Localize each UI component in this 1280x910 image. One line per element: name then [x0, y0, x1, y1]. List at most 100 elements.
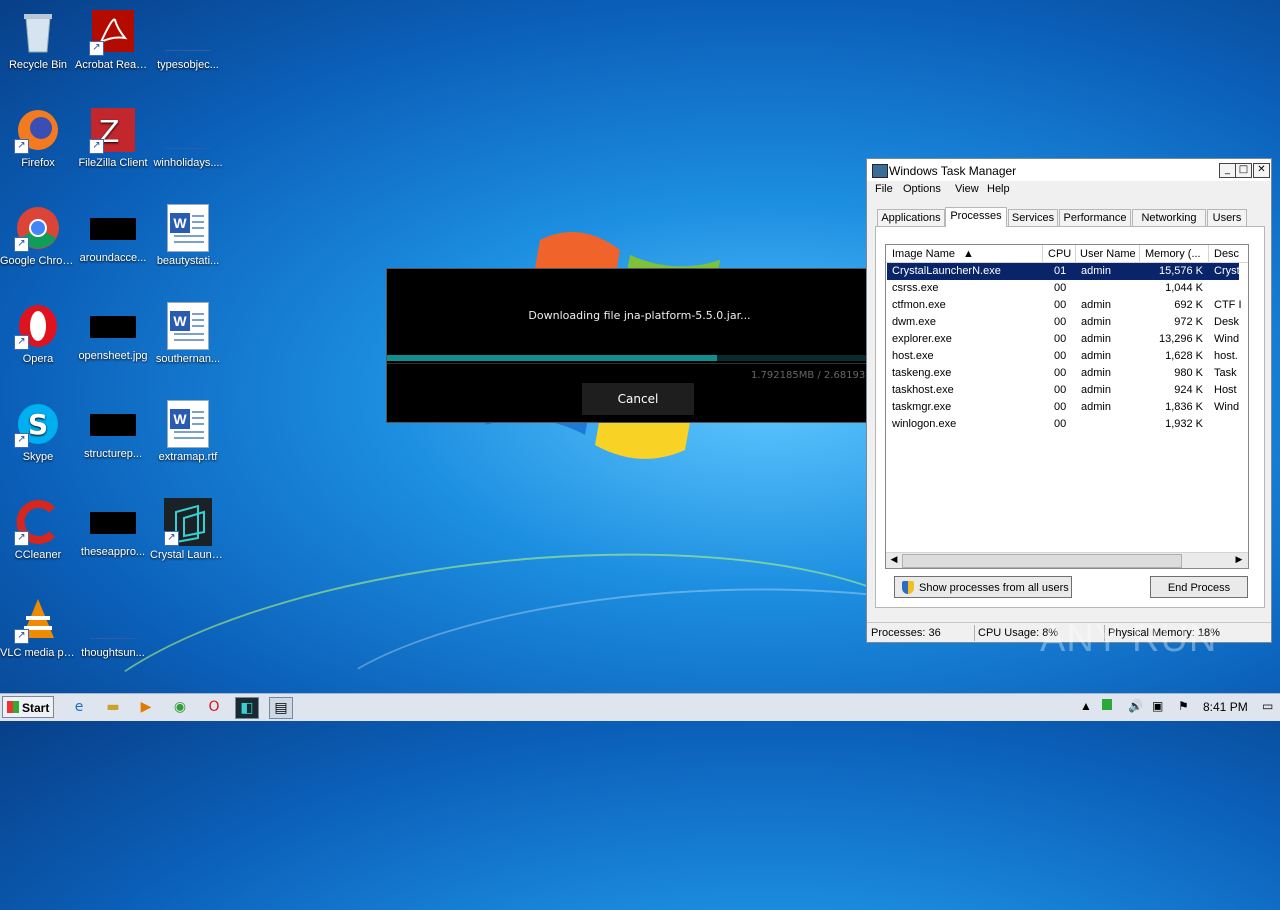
task-manager-taskbar-icon[interactable]: ▤ [269, 697, 293, 719]
download-progress-bar [387, 355, 873, 361]
cell-user: admin [1081, 367, 1111, 379]
scroll-left-icon[interactable]: ◀ [887, 554, 901, 567]
action-center-flag-icon[interactable]: ⚑ [1178, 699, 1189, 713]
tab-performance[interactable]: Performance [1059, 209, 1131, 226]
column-image-name[interactable]: Image Name [892, 248, 972, 260]
menu-file[interactable]: File [875, 183, 893, 195]
desktop-icon[interactable]: Wbeautystati... [150, 204, 226, 268]
volume-icon[interactable]: 🔊 [1128, 699, 1143, 713]
column-description[interactable]: Desc [1214, 248, 1244, 260]
cancel-download-button[interactable]: Cancel [582, 383, 694, 415]
desktop-icon[interactable]: typesobjec... [150, 8, 226, 72]
process-list[interactable]: Image Name ▲ CPU User Name Memory (... D… [885, 244, 1249, 569]
image-thumbnail-icon [90, 218, 136, 240]
table-row[interactable]: ctfmon.exe 00 admin 692 K CTF I [887, 297, 1242, 314]
cell-memory: 1,044 K [1165, 282, 1203, 294]
table-row[interactable]: winlogon.exe 00 1,932 K [887, 416, 1239, 433]
file-icon [90, 618, 136, 639]
crystal-launcher-taskbar-icon[interactable]: ◧ [235, 697, 259, 719]
tab-networking[interactable]: Networking [1132, 209, 1206, 226]
table-row[interactable]: dwm.exe 00 admin 972 K Desk [887, 314, 1239, 331]
desktop-icon[interactable]: Recycle Bin [0, 8, 76, 72]
cell-image-name: taskmgr.exe [892, 401, 952, 413]
desktop-icon[interactable]: ↗ VLC media player [0, 596, 76, 660]
desktop-icon-label: theseappro... [80, 546, 146, 558]
desktop-icon[interactable]: ↗ Crystal Launcher [150, 498, 226, 562]
tab-processes[interactable]: Processes [945, 207, 1007, 227]
show-all-processes-label: Show processes from all users [919, 582, 1069, 594]
table-row[interactable]: taskmgr.exe 00 admin 1,836 K Wind [887, 399, 1239, 416]
start-button[interactable]: Start [2, 696, 54, 718]
desktop-icon[interactable]: S ↗ Skype [0, 400, 76, 464]
desktop-icon[interactable]: ↗ Google Chrome [0, 204, 76, 268]
tab-services[interactable]: Services [1008, 209, 1058, 226]
menu-view[interactable]: View [955, 183, 979, 195]
cell-user: admin [1081, 265, 1111, 277]
horizontal-scrollbar[interactable]: ◀ ▶ [886, 552, 1248, 568]
close-button[interactable]: ✕ [1253, 163, 1270, 178]
watermark: ANY RUN [1040, 618, 1218, 660]
table-row[interactable]: CrystalLauncherN.exe 01 admin 15,576 K Cryst [887, 263, 1240, 280]
column-memory[interactable]: Memory (... [1145, 248, 1209, 260]
table-row[interactable]: csrss.exe 00 1,044 K [887, 280, 1239, 297]
desktop-icon-label: Acrobat Reader DC [75, 59, 151, 71]
cell-memory: 1,836 K [1165, 401, 1203, 413]
task-manager-icon [872, 164, 888, 178]
show-all-processes-button[interactable]: Show processes from all users [894, 576, 1072, 598]
cell-description: Task [1214, 367, 1237, 379]
desktop-icon[interactable]: ↗ Opera [0, 302, 76, 366]
scrollbar-thumb[interactable] [902, 554, 1182, 568]
show-desktop-icon[interactable]: ▭ [1262, 699, 1273, 713]
taskbar: Start e ▬ ▶ ◉ O ◧ ▤ ▲ 🔊 ▣ ⚑ 8:41 PM ▭ [0, 693, 1280, 721]
tray-app-icon[interactable] [1102, 699, 1112, 710]
internet-explorer-icon[interactable]: e [68, 697, 90, 717]
word-document-icon: W [167, 302, 209, 350]
cell-description: Desk [1214, 316, 1240, 328]
desktop-icon[interactable]: thoughtsun... [75, 596, 151, 660]
desktop-icon[interactable]: aroundacce... [75, 204, 151, 265]
desktop-icon[interactable]: winholidays.... [150, 106, 226, 170]
image-thumbnail-icon [90, 512, 136, 534]
task-manager-window: Windows Task Manager _ □ ✕ File Options … [866, 158, 1272, 643]
minimize-button[interactable]: _ [1219, 163, 1236, 178]
desktop-icon[interactable]: opensheet.jpg [75, 302, 151, 363]
clock[interactable]: 8:41 PM [1203, 700, 1248, 714]
folder-icon[interactable]: ▬ [102, 697, 124, 717]
table-row[interactable]: taskhost.exe 00 admin 924 K Host [887, 382, 1239, 399]
end-process-button[interactable]: End Process [1150, 576, 1248, 598]
chrome-icon[interactable]: ◉ [169, 697, 191, 717]
desktop-icon[interactable]: Z ↗ FileZilla Client [75, 106, 151, 170]
cell-image-name: explorer.exe [892, 333, 952, 345]
maximize-button[interactable]: □ [1235, 163, 1252, 178]
desktop-icon[interactable]: theseappro... [75, 498, 151, 559]
cell-user: admin [1081, 350, 1111, 362]
table-row[interactable]: explorer.exe 00 admin 13,296 K Wind [887, 331, 1239, 348]
media-player-icon[interactable]: ▶ [135, 697, 157, 717]
desktop-icon-label: CCleaner [14, 549, 62, 561]
cell-cpu: 00 [1054, 401, 1067, 413]
opera-icon[interactable]: O [203, 697, 225, 717]
menu-options[interactable]: Options [903, 183, 941, 195]
opera-icon: ↗ [14, 302, 62, 350]
desktop-icon[interactable]: ↗ Acrobat Reader DC [75, 8, 151, 72]
window-title: Windows Task Manager [889, 164, 1017, 178]
network-icon[interactable]: ▣ [1152, 699, 1163, 713]
desktop-icon[interactable]: Wsouthernan... [150, 302, 226, 366]
column-cpu[interactable]: CPU [1048, 248, 1076, 260]
tab-applications[interactable]: Applications [877, 209, 945, 226]
title-bar[interactable]: Windows Task Manager _ □ ✕ [867, 159, 1271, 181]
windows-flag-icon [7, 701, 19, 713]
desktop-icon[interactable]: ↗ Firefox [0, 106, 76, 170]
desktop-icon[interactable]: Wextramap.rtf [150, 400, 226, 464]
table-row[interactable]: host.exe 00 admin 1,628 K host. [887, 348, 1239, 365]
download-dialog: Downloading file jna-platform-5.5.0.jar.… [386, 268, 873, 423]
show-hidden-icons-icon[interactable]: ▲ [1080, 699, 1092, 713]
menu-help[interactable]: Help [987, 183, 1010, 195]
table-row[interactable]: taskeng.exe 00 admin 980 K Task [887, 365, 1239, 382]
desktop-icon[interactable]: ↗ CCleaner [0, 498, 76, 562]
shield-icon [902, 581, 914, 594]
scroll-right-icon[interactable]: ▶ [1232, 554, 1246, 567]
tab-users[interactable]: Users [1207, 209, 1247, 226]
desktop-icon-label: thoughtsun... [81, 647, 145, 659]
desktop-icon[interactable]: structurep... [75, 400, 151, 461]
